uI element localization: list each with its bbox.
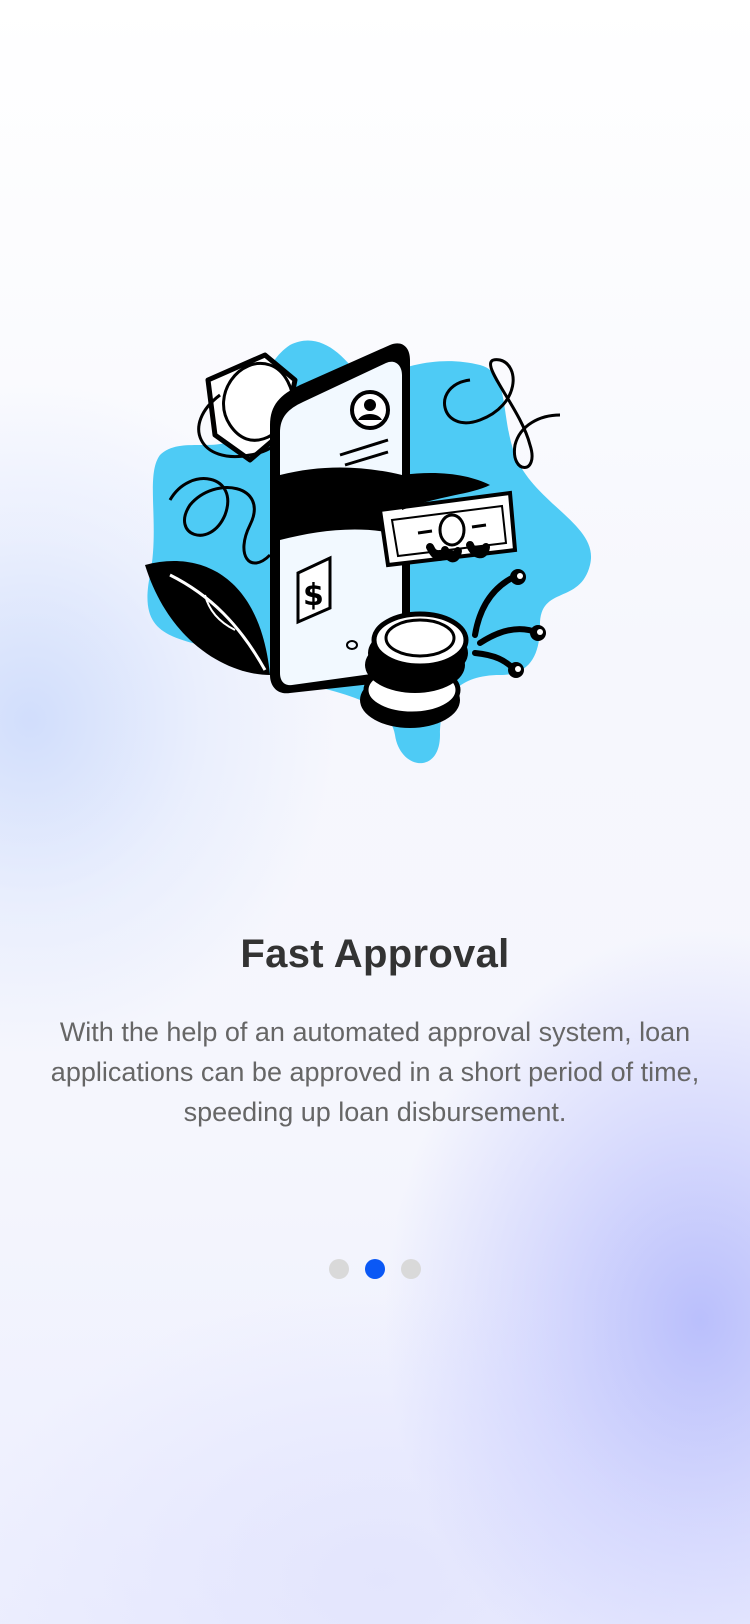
svg-text:$: $ <box>303 578 324 613</box>
page-description: With the help of an automated approval s… <box>50 1017 700 1127</box>
phone-money-approval-illustration: $ <box>140 325 610 795</box>
page-dot-2-active[interactable] <box>365 1259 385 1279</box>
page-dot-3[interactable] <box>401 1259 421 1279</box>
background-gradient <box>0 0 750 1624</box>
page-title: Fast Approval <box>240 932 510 976</box>
page-dot-1[interactable] <box>329 1259 349 1279</box>
page-indicator <box>0 1259 750 1279</box>
